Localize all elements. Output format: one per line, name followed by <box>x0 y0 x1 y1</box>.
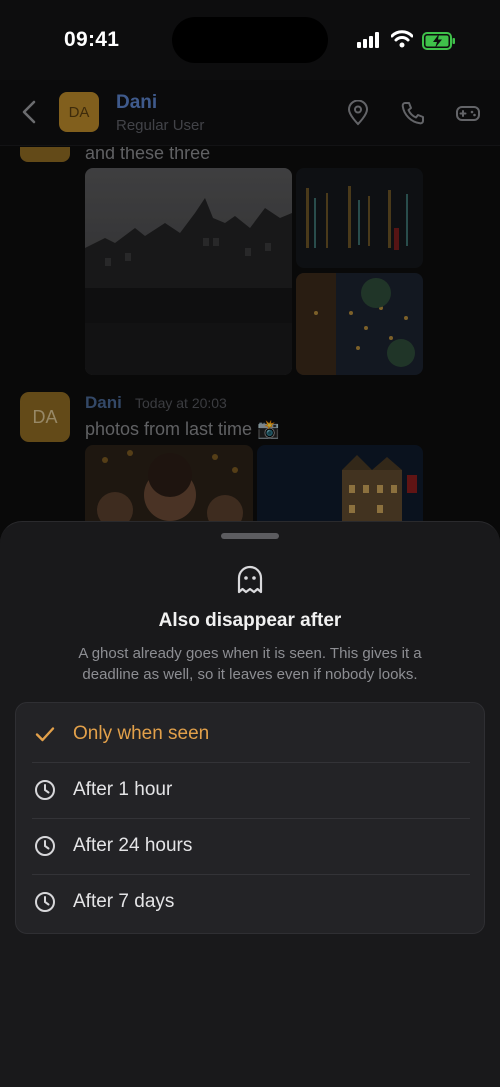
option-label: Only when seen <box>73 723 210 744</box>
dynamic-island <box>172 17 328 63</box>
clock-icon <box>35 836 55 856</box>
option-only-when-seen[interactable]: Only when seen <box>16 706 486 762</box>
option-label: After 7 days <box>73 891 175 912</box>
wifi-icon <box>391 30 413 48</box>
disappear-options-list: Only when seen After 1 hour After 24 hou… <box>15 702 485 934</box>
signal-icon <box>357 32 379 48</box>
option-after-24-hours[interactable]: After 24 hours <box>16 818 486 874</box>
option-after-7-days[interactable]: After 7 days <box>16 874 486 930</box>
battery-charging-icon <box>422 32 455 50</box>
status-bar: 09:41 <box>0 0 500 80</box>
ghost-icon <box>237 565 263 594</box>
clock-icon <box>35 780 55 800</box>
clock-icon <box>35 892 55 912</box>
checkmark-icon <box>35 727 55 742</box>
disappear-after-sheet: Also disappear after A ghost already goe… <box>0 521 500 1087</box>
status-time: 09:41 <box>64 28 120 51</box>
option-label: After 1 hour <box>73 779 173 800</box>
sheet-description: A ghost already goes when it is seen. Th… <box>78 645 422 683</box>
sheet-title: Also disappear after <box>158 610 342 631</box>
option-after-1-hour[interactable]: After 1 hour <box>16 762 486 818</box>
sheet-grabber[interactable] <box>221 533 279 539</box>
option-label: After 24 hours <box>73 835 193 856</box>
